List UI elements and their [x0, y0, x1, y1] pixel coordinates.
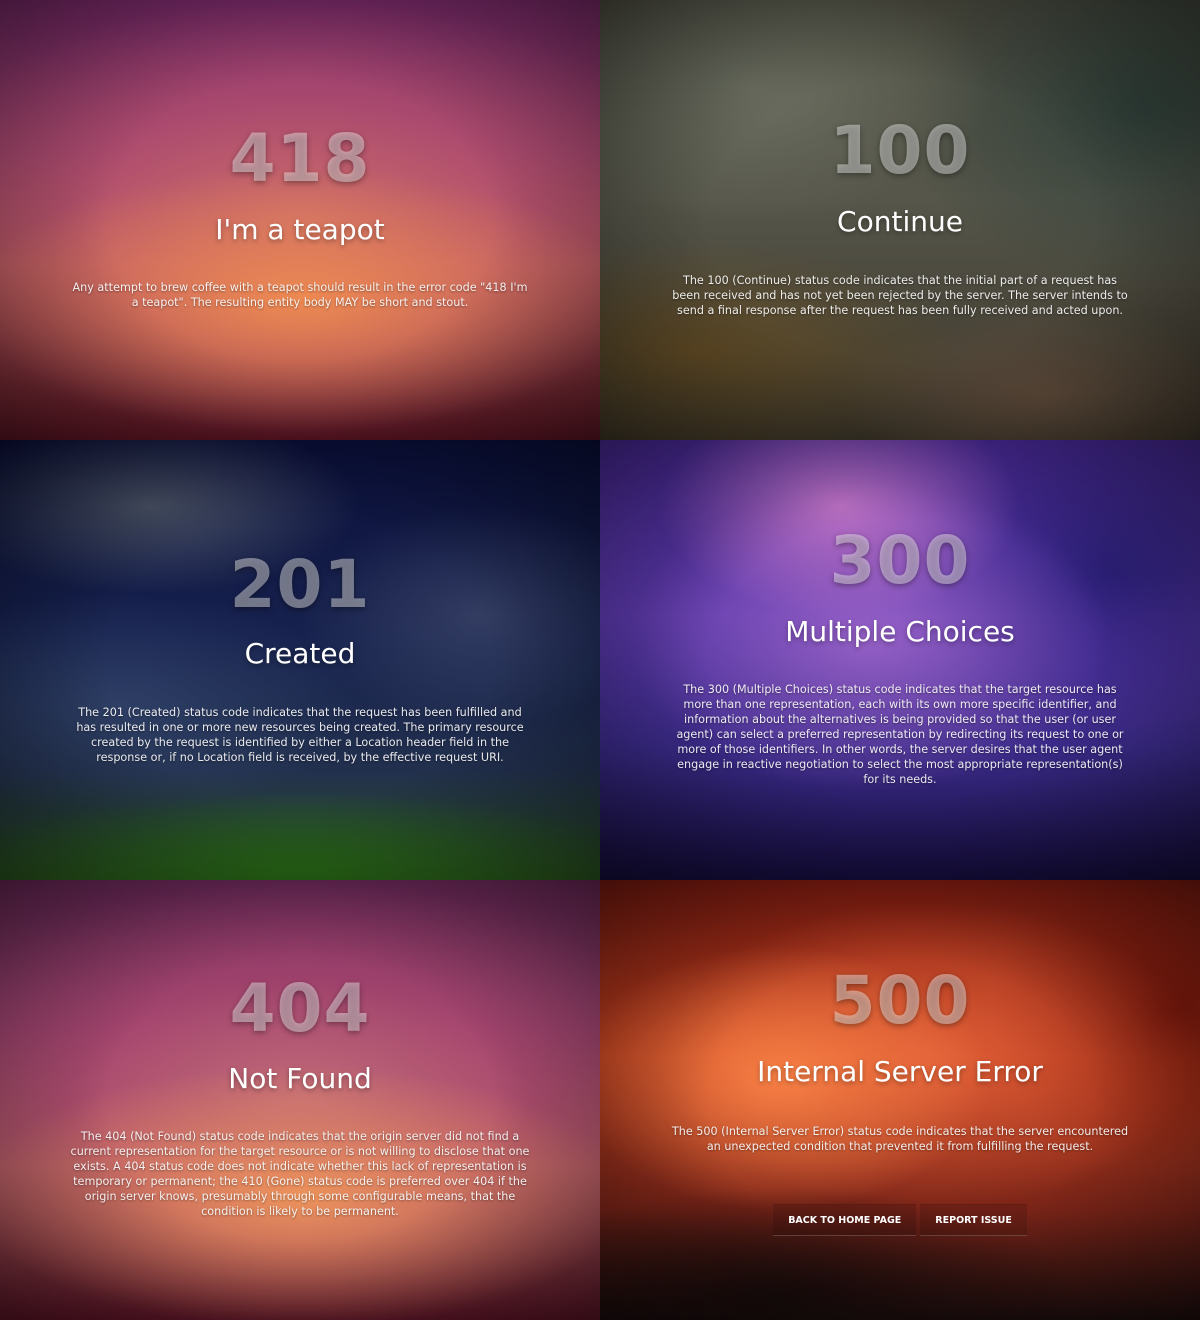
status-code: 500 [829, 962, 971, 1039]
status-code: 100 [829, 112, 971, 189]
status-code: 300 [829, 522, 971, 599]
status-title: Multiple Choices [785, 615, 1015, 648]
status-description: The 201 (Created) status code indicates … [76, 706, 524, 764]
status-title: Continue [837, 205, 963, 238]
status-description: The 300 (Multiple Choices) status code i… [676, 683, 1124, 786]
status-code: 201 [229, 546, 371, 623]
panel-300: 300 Multiple Choices The 300 (Multiple C… [600, 440, 1200, 880]
panel-500: 500 Internal Server Error The 500 (Inter… [600, 880, 1200, 1320]
status-code: 404 [229, 970, 371, 1047]
panel-404: 404 Not Found The 404 (Not Found) status… [0, 880, 600, 1320]
status-description: Any attempt to brew coffee with a teapot… [72, 281, 528, 309]
panel-418: 418 I'm a teapot Any attempt to brew cof… [0, 0, 600, 440]
report-issue-button[interactable]: Report issue [920, 1204, 1027, 1236]
status-code: 418 [229, 120, 371, 197]
status-description: The 404 (Not Found) status code indicate… [70, 1130, 530, 1218]
status-code-grid: 418 I'm a teapot Any attempt to brew cof… [0, 0, 1200, 1320]
panel-201: 201 Created The 201 (Created) status cod… [0, 440, 600, 880]
status-title: Created [244, 637, 356, 670]
action-buttons: Back to home page Report issue [600, 1204, 1200, 1236]
status-title: I'm a teapot [215, 213, 385, 246]
back-to-home-button[interactable]: Back to home page [773, 1204, 917, 1236]
status-description: The 100 (Continue) status code indicates… [672, 274, 1128, 317]
status-description: The 500 (Internal Server Error) status c… [671, 1125, 1129, 1153]
status-title: Not Found [228, 1062, 372, 1095]
status-title: Internal Server Error [757, 1055, 1043, 1088]
panel-100: 100 Continue The 100 (Continue) status c… [600, 0, 1200, 440]
